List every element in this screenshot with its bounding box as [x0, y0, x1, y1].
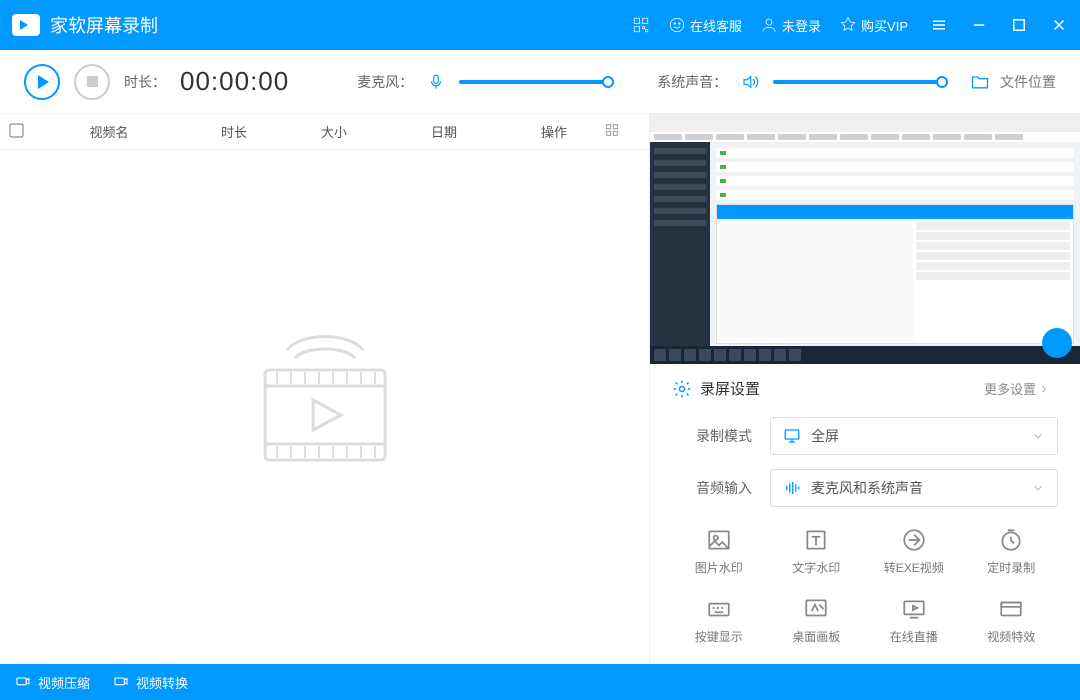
- select-all-checkbox[interactable]: [9, 123, 23, 137]
- qr-icon[interactable]: [632, 16, 650, 34]
- keyboard-icon: [706, 596, 732, 622]
- gear-icon: [672, 379, 692, 399]
- convert-icon: [901, 527, 927, 553]
- audio-input-value: 麦克风和系统声音: [811, 478, 1031, 498]
- film-placeholder-icon: [245, 330, 405, 485]
- duration-value: 00:00:00: [180, 66, 289, 97]
- speaker-label: 系统声音：: [657, 72, 727, 92]
- speaker-icon[interactable]: [741, 73, 759, 91]
- app-logo-icon: [12, 14, 40, 36]
- grid-view-icon[interactable]: [604, 122, 620, 141]
- effect-icon: [998, 596, 1024, 622]
- menu-icon[interactable]: [930, 16, 948, 34]
- image-icon: [706, 527, 732, 553]
- settings-panel: 录屏设置 更多设置 录制模式 全屏 音频输入 麦克风和系统声音: [650, 364, 1080, 664]
- compress-icon: [14, 674, 32, 690]
- monitor-icon: [783, 427, 801, 445]
- tool-to-exe[interactable]: 转EXE视频: [867, 521, 961, 582]
- close-icon[interactable]: [1050, 16, 1068, 34]
- th-size[interactable]: 大小: [284, 122, 384, 141]
- tool-live-stream[interactable]: 在线直播: [867, 590, 961, 651]
- more-settings-label: 更多设置: [984, 379, 1036, 398]
- mic-label: 麦克风：: [357, 72, 413, 92]
- audio-input-label: 音频输入: [672, 478, 752, 498]
- audio-input-select[interactable]: 麦克风和系统声音: [770, 469, 1058, 507]
- stream-icon: [901, 596, 927, 622]
- toolbar: 时长： 00:00:00 麦克风： 系统声音： 文件位置: [0, 50, 1080, 114]
- tool-image-watermark[interactable]: 图片水印: [672, 521, 766, 582]
- audio-waves-icon: [783, 479, 801, 497]
- th-duration[interactable]: 时长: [184, 122, 284, 141]
- tool-scheduled[interactable]: 定时录制: [965, 521, 1059, 582]
- login-button[interactable]: 未登录: [760, 16, 821, 35]
- record-mode-select[interactable]: 全屏: [770, 417, 1058, 455]
- buy-vip-button[interactable]: 购买VIP: [839, 16, 908, 35]
- text-icon: [803, 527, 829, 553]
- table-header: 视频名 时长 大小 日期 操作: [0, 114, 649, 150]
- convert-icon: [112, 674, 130, 690]
- preview-area: [650, 114, 1080, 364]
- video-compress-button[interactable]: 视频压缩: [14, 673, 90, 692]
- tool-video-effect[interactable]: 视频特效: [965, 590, 1059, 651]
- more-settings-button[interactable]: 更多设置: [984, 379, 1058, 398]
- chevron-right-icon: [1038, 383, 1050, 395]
- buy-vip-label: 购买VIP: [861, 16, 908, 35]
- video-convert-button[interactable]: 视频转换: [112, 673, 188, 692]
- stop-button[interactable]: [74, 64, 110, 100]
- tool-text-watermark[interactable]: 文字水印: [770, 521, 864, 582]
- tool-key-display[interactable]: 按键显示: [672, 590, 766, 651]
- file-location-label: 文件位置: [1000, 72, 1056, 92]
- record-button[interactable]: [24, 64, 60, 100]
- file-location-button[interactable]: 文件位置: [968, 72, 1056, 92]
- empty-list-placeholder: [0, 150, 649, 664]
- duration-label: 时长：: [124, 72, 166, 92]
- microphone-icon[interactable]: [427, 73, 445, 91]
- customer-service-label: 在线客服: [690, 16, 742, 35]
- chevron-down-icon: [1031, 429, 1045, 443]
- title-bar: 家软屏幕录制 在线客服 未登录 购买VIP: [0, 0, 1080, 50]
- login-label: 未登录: [782, 16, 821, 35]
- th-name[interactable]: 视频名: [34, 122, 184, 141]
- clock-icon: [998, 527, 1024, 553]
- pen-icon: [803, 596, 829, 622]
- maximize-icon[interactable]: [1010, 16, 1028, 34]
- minimize-icon[interactable]: [970, 16, 988, 34]
- app-title: 家软屏幕录制: [50, 12, 158, 38]
- tool-drawing-board[interactable]: 桌面画板: [770, 590, 864, 651]
- th-operation: 操作: [504, 122, 604, 141]
- settings-title: 录屏设置: [700, 378, 760, 399]
- chevron-down-icon: [1031, 481, 1045, 495]
- customer-service-button[interactable]: 在线客服: [668, 16, 742, 35]
- record-mode-value: 全屏: [811, 426, 1031, 446]
- th-date[interactable]: 日期: [384, 122, 504, 141]
- speaker-volume-slider[interactable]: [773, 80, 943, 84]
- mic-volume-slider[interactable]: [459, 80, 609, 84]
- footer: 视频压缩 视频转换: [0, 664, 1080, 700]
- recordings-panel: 视频名 时长 大小 日期 操作: [0, 114, 650, 664]
- record-mode-label: 录制模式: [672, 426, 752, 446]
